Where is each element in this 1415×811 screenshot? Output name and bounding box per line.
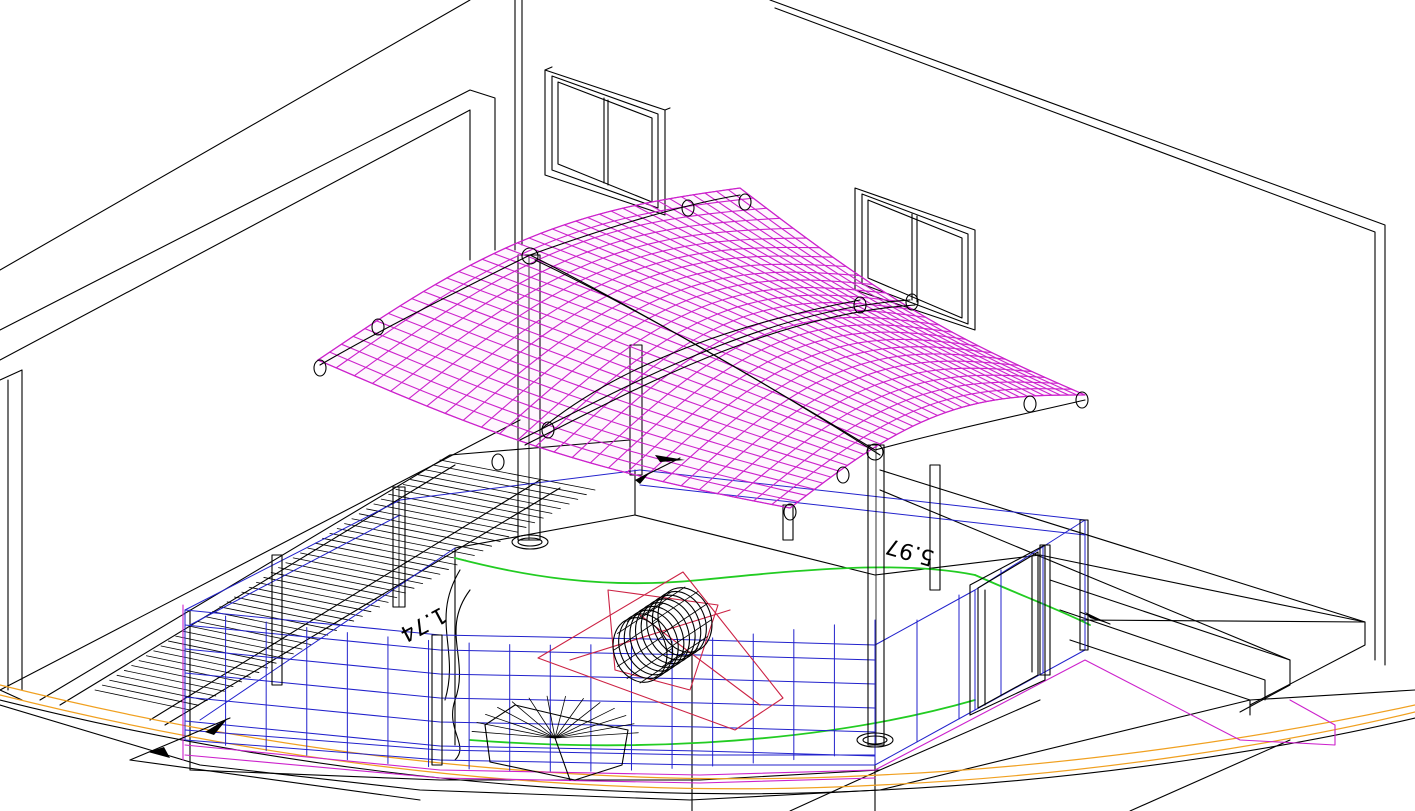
cylinder-ring [640,598,696,665]
stair-tread [212,611,329,636]
right-steps [879,469,1366,716]
stair-tread [417,474,570,505]
stair-tread [101,684,200,706]
railing-rail [184,672,876,709]
window-left [544,66,671,216]
stair-tread [94,689,191,711]
stair-tread [116,674,217,697]
cylinder-generator [652,648,699,679]
railing-rail [184,696,876,733]
stair-tread [373,503,518,533]
stair-tread [322,537,458,566]
cylinder-ring [635,602,690,668]
stair-tread [270,572,398,599]
stair-tread [248,586,372,613]
stair-tread [226,601,346,627]
cylinder-ring [618,613,674,680]
cylinder-ring [657,587,713,653]
sundial-ray [554,707,615,739]
sundial [471,695,639,781]
sundial-ray [554,702,601,739]
stair-tread [241,591,363,617]
stair-tread [366,508,510,538]
stair-tread [380,498,527,528]
cylinder-feature [612,586,713,684]
staircase [0,419,631,726]
stair-tread [153,650,260,673]
lower-rail [182,604,1336,784]
stair-tread [197,621,312,645]
stair-tread [424,469,579,500]
sundial-ray [554,695,566,739]
stair-tread [234,596,355,622]
sundial-ray [554,698,584,739]
sundial-ray [511,701,556,739]
site-boundary [0,684,1415,795]
stair-stringer [39,439,631,701]
railing-rail [184,648,876,685]
stair-tread [219,606,337,631]
stair-stringer [149,479,541,721]
stair-tread [307,547,441,575]
stair-tread [285,562,415,589]
cad-isometric-drawing: 5.97 1.74 [0,0,1415,811]
stair-tread [410,479,561,510]
sundial-ray [471,731,556,739]
dimension-width-label: 5.97 [883,532,937,570]
dimension-arrows [129,455,1111,761]
stair-tread [292,557,424,585]
stair-tread [190,625,303,650]
stair-tread [278,567,406,594]
stair-tread [402,484,553,514]
stair-tread [256,581,380,608]
stair-tread [395,488,544,519]
stair-tread [123,670,225,692]
garden-feature [537,571,784,731]
door-frame [969,544,1046,716]
